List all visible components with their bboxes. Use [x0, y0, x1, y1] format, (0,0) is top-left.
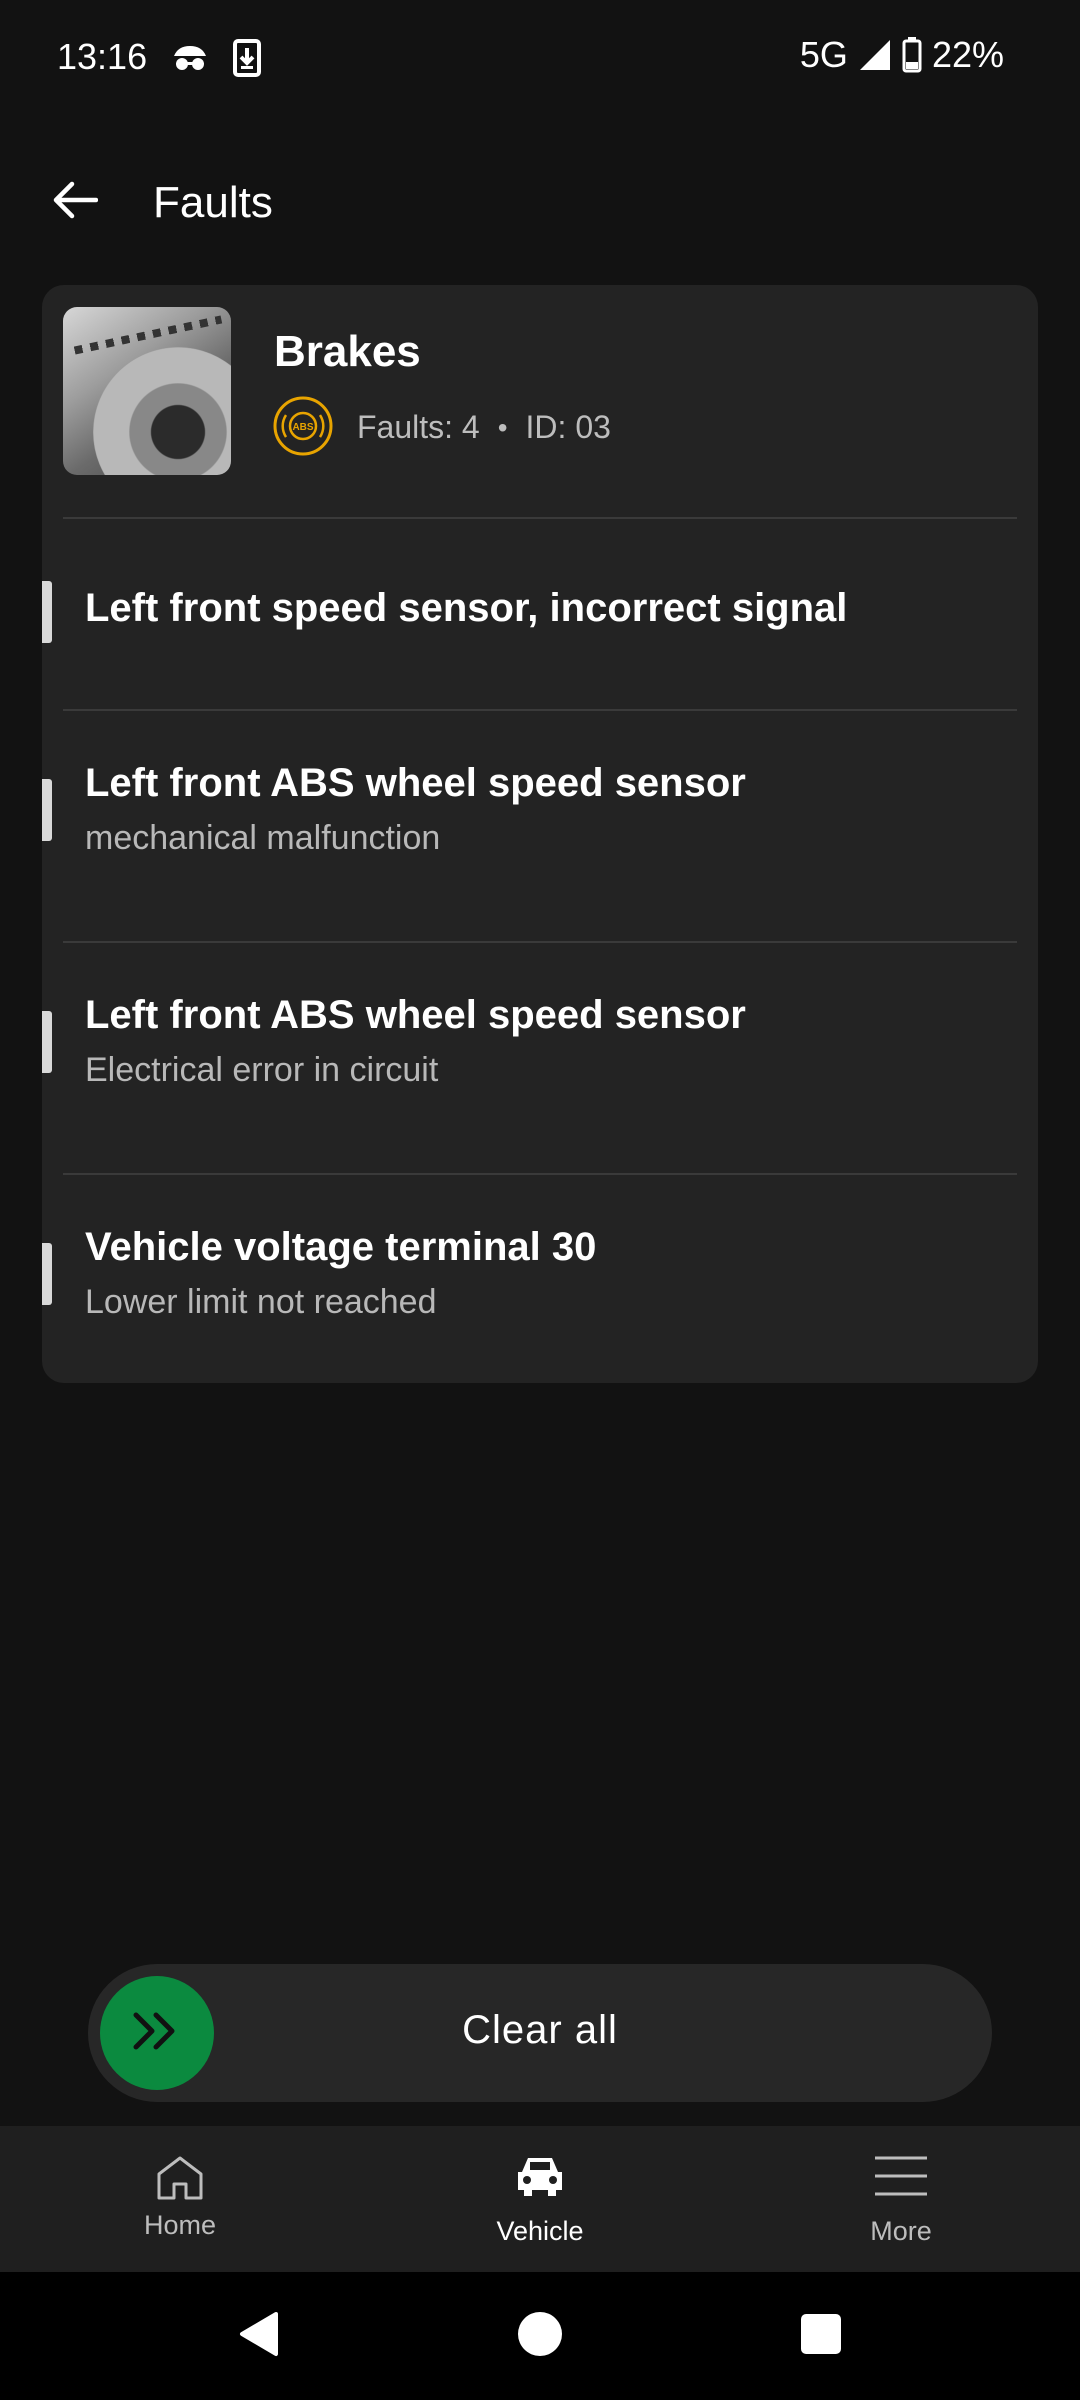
fault-subtitle: Electrical error in circuit — [85, 1051, 439, 1089]
nav-home[interactable]: Home — [60, 2126, 300, 2272]
status-indicators: 5G 22% — [800, 34, 1004, 76]
back-button[interactable] — [40, 170, 110, 234]
fault-indicator — [42, 1011, 52, 1073]
clear-all-label: Clear all — [462, 2008, 618, 2052]
car-icon — [512, 2152, 568, 2205]
bottom-navigation: Home Vehicle More — [0, 2126, 1080, 2272]
recents-square-icon — [800, 2313, 842, 2360]
network-type: 5G — [799, 34, 848, 75]
status-bar: 13:16 5G 22% — [0, 0, 1080, 120]
home-icon — [154, 2152, 206, 2209]
fault-indicator — [42, 779, 52, 841]
nav-home-label: Home — [143, 2210, 217, 2240]
nav-vehicle-label: Vehicle — [496, 2216, 584, 2246]
brake-disc-image — [63, 307, 231, 475]
clear-all-slider[interactable]: Clear all — [88, 1964, 992, 2102]
system-home-button[interactable] — [510, 2306, 570, 2366]
battery-icon — [902, 37, 922, 73]
module-card: Brakes ABS Faults: 4 • ID: 03 Left front… — [42, 285, 1038, 1383]
module-title: Brakes — [274, 327, 421, 376]
incognito-icon — [170, 38, 210, 83]
page-title: Faults — [153, 178, 273, 227]
fault-item[interactable]: Left front speed sensor, incorrect signa… — [42, 519, 1038, 709]
svg-text:ABS: ABS — [292, 422, 313, 433]
status-time: 13:16 — [57, 36, 148, 77]
arrow-left-icon — [52, 180, 99, 225]
app-bar: Faults — [0, 150, 1080, 254]
module-meta: Faults: 4 • ID: 03 — [357, 409, 611, 446]
system-back-button[interactable] — [228, 2306, 288, 2366]
fault-indicator — [42, 581, 52, 643]
nav-vehicle[interactable]: Vehicle — [420, 2126, 660, 2272]
system-navigation — [0, 2272, 1080, 2400]
fault-title: Vehicle voltage terminal 30 — [85, 1225, 597, 1269]
fault-subtitle: Lower limit not reached — [85, 1283, 437, 1321]
meta-separator: • — [497, 411, 508, 443]
fault-title: Left front speed sensor, incorrect signa… — [85, 586, 848, 630]
download-icon — [232, 38, 262, 83]
fault-item[interactable]: Left front ABS wheel speed sensor Electr… — [42, 943, 1038, 1173]
home-circle-icon — [516, 2310, 564, 2363]
signal-icon — [858, 38, 892, 72]
fault-indicator — [42, 1243, 52, 1305]
nav-more-label: More — [870, 2216, 932, 2246]
fault-item[interactable]: Left front ABS wheel speed sensor mechan… — [42, 711, 1038, 941]
fault-item[interactable]: Vehicle voltage terminal 30 Lower limit … — [42, 1175, 1038, 1383]
back-triangle-icon — [236, 2310, 280, 2363]
module-header: Brakes ABS Faults: 4 • ID: 03 — [42, 285, 1038, 517]
menu-icon — [873, 2152, 929, 2205]
battery-percent: 22% — [931, 34, 1004, 75]
abs-warning-icon: ABS — [272, 395, 334, 457]
fault-subtitle: mechanical malfunction — [85, 819, 441, 857]
module-id: ID: 03 — [525, 409, 611, 445]
system-recents-button[interactable] — [791, 2306, 851, 2366]
fault-title: Left front ABS wheel speed sensor — [85, 993, 746, 1037]
fault-title: Left front ABS wheel speed sensor — [85, 761, 746, 805]
nav-more[interactable]: More — [781, 2126, 1021, 2272]
faults-count: Faults: 4 — [357, 409, 480, 445]
